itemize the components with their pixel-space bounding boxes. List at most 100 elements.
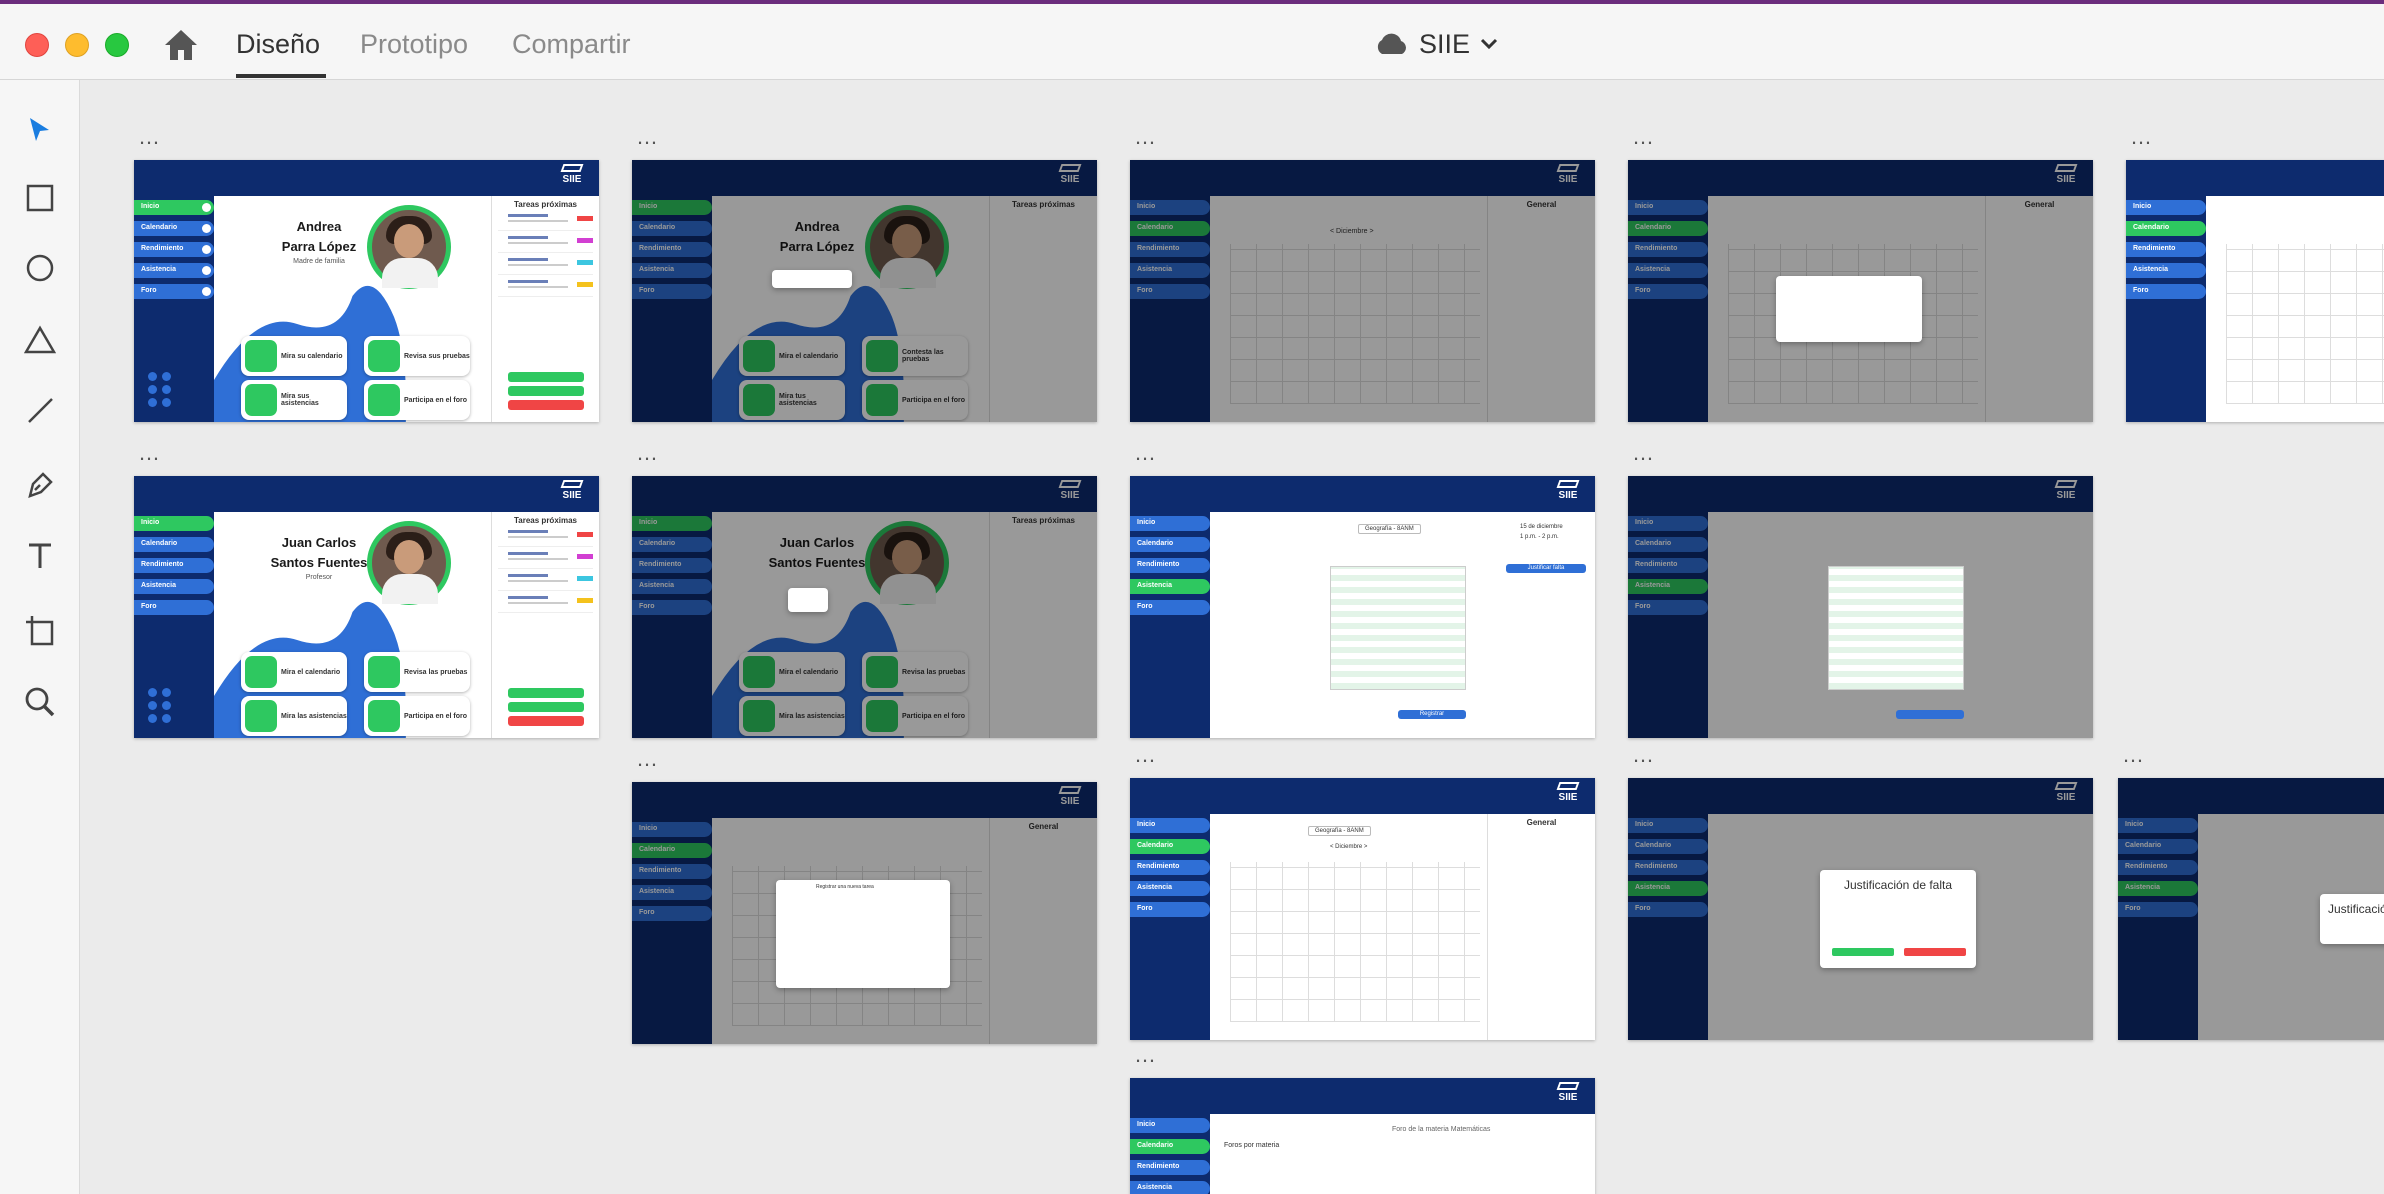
nav-item-calendario[interactable]: Calendario xyxy=(1130,839,1210,854)
nav-item-inicio[interactable]: Inicio xyxy=(1130,516,1210,531)
nav-item-inicio[interactable]: Inicio xyxy=(134,200,214,215)
nav-item-asistencia[interactable]: Asistencia xyxy=(1130,881,1210,896)
nav-item-foro[interactable]: Foro xyxy=(2126,284,2206,299)
artboard-menu[interactable]: … xyxy=(2130,126,2153,148)
card-attendance[interactable]: Mira sus asistencias xyxy=(241,380,347,420)
artboard-menu[interactable]: … xyxy=(1632,442,1655,464)
task-item[interactable] xyxy=(498,551,593,569)
rectangle-icon[interactable] xyxy=(20,178,60,218)
tab-prototype[interactable]: Prototipo xyxy=(360,26,468,62)
artboard-attendance-dim[interactable]: SIIE Inicio Calendario Rendimiento Asist… xyxy=(1628,476,2093,738)
task-item[interactable] xyxy=(498,529,593,547)
justification-modal[interactable]: Justificación de falta xyxy=(1820,870,1976,968)
nav-item-calendario[interactable]: Calendario xyxy=(134,221,214,236)
nav-item-asistencia[interactable]: Asistencia xyxy=(134,263,214,278)
nav-item-foro[interactable]: Foro xyxy=(134,600,214,615)
pen-icon[interactable] xyxy=(20,465,60,505)
green-button[interactable] xyxy=(508,386,584,396)
artboard-menu[interactable]: … xyxy=(636,442,659,464)
nav-item-foro[interactable]: Foro xyxy=(1130,902,1210,917)
nav-item-asistencia[interactable]: Asistencia xyxy=(1130,1181,1210,1194)
nav-item-foro[interactable]: Foro xyxy=(134,284,214,299)
design-canvas[interactable]: … SIIE Inicio Calendario Rendimiento Asi… xyxy=(80,80,2384,1194)
nav-item-calendario[interactable]: Calendario xyxy=(1130,1139,1210,1154)
card-tests[interactable]: Revisa sus pruebas xyxy=(364,336,470,376)
artboard-menu[interactable]: … xyxy=(1134,126,1157,148)
task-item[interactable] xyxy=(498,279,593,297)
nav-item-rendimiento[interactable]: Rendimiento xyxy=(1130,1160,1210,1175)
artboard-home-teacher[interactable]: SIIE Inicio Calendario Rendimiento Asist… xyxy=(134,476,599,738)
cancel-button[interactable] xyxy=(1904,948,1966,956)
nav-item-asistencia[interactable]: Asistencia xyxy=(1130,579,1210,594)
attendance-table[interactable] xyxy=(1828,566,1964,690)
subject-select[interactable]: Geografía - 8ANM xyxy=(1308,826,1371,836)
tab-design[interactable]: Diseño xyxy=(236,26,320,62)
card-calendar[interactable]: Mira el calendario xyxy=(241,652,347,692)
line-icon[interactable] xyxy=(20,390,60,430)
dropdown-menu[interactable] xyxy=(772,270,852,288)
artboard-calendar-partial[interactable]: Inicio Calendario Rendimiento Asistencia… xyxy=(2126,160,2384,422)
artboard-menu[interactable]: … xyxy=(138,126,161,148)
home-icon[interactable] xyxy=(163,28,199,62)
task-item[interactable] xyxy=(498,213,593,231)
task-item[interactable] xyxy=(498,235,593,253)
nav-item-asistencia[interactable]: Asistencia xyxy=(134,579,214,594)
card-forum[interactable]: Participa en el foro xyxy=(364,380,470,420)
subject-select[interactable]: Geografía - 8ANM xyxy=(1358,524,1421,534)
nav-item-calendario[interactable]: Calendario xyxy=(1130,537,1210,552)
document-switcher[interactable]: SIIE xyxy=(1373,26,1498,62)
nav-item-rendimiento[interactable]: Rendimiento xyxy=(134,558,214,573)
minimize-window-button[interactable] xyxy=(65,33,89,57)
artboard-menu[interactable]: … xyxy=(636,126,659,148)
logout-button[interactable] xyxy=(508,716,584,726)
nav-item-rendimiento[interactable]: Rendimiento xyxy=(134,242,214,257)
artboard-menu[interactable]: … xyxy=(636,748,659,770)
close-window-button[interactable] xyxy=(25,33,49,57)
register-button[interactable] xyxy=(1896,710,1964,719)
nav-item-calendario[interactable]: Calendario xyxy=(134,537,214,552)
artboard-menu[interactable]: … xyxy=(1632,744,1655,766)
nav-item-rendimiento[interactable]: Rendimiento xyxy=(2126,242,2206,257)
artboard-calendar[interactable]: SIIE Inicio Calendario Rendimiento Asist… xyxy=(1130,160,1595,422)
artboard-calendar-event[interactable]: SIIE Inicio Calendario Rendimiento Asist… xyxy=(1628,160,2093,422)
artboard-home-teacher-dropdown[interactable]: SIIE Inicio Calendario Rendimiento Asist… xyxy=(632,476,1097,738)
artboard-menu[interactable]: … xyxy=(1134,1044,1157,1066)
card-calendar[interactable]: Mira su calendario xyxy=(241,336,347,376)
accept-button[interactable] xyxy=(1832,948,1894,956)
register-button[interactable]: Registrar xyxy=(1398,710,1466,719)
green-button[interactable] xyxy=(508,372,584,382)
artboard-attendance[interactable]: SIIE Inicio Calendario Rendimiento Asist… xyxy=(1130,476,1595,738)
ellipse-icon[interactable] xyxy=(20,248,60,288)
text-icon[interactable] xyxy=(20,536,60,576)
attendance-table[interactable] xyxy=(1330,566,1466,690)
artboard-icon[interactable] xyxy=(20,610,60,650)
nav-item-rendimiento[interactable]: Rendimiento xyxy=(1130,558,1210,573)
artboard-home-parent[interactable]: SIIE Inicio Calendario Rendimiento Asist… xyxy=(134,160,599,422)
nav-item-inicio[interactable]: Inicio xyxy=(1130,1118,1210,1133)
nav-item-rendimiento[interactable]: Rendimiento xyxy=(1130,860,1210,875)
calendar-grid[interactable] xyxy=(1230,862,1480,1022)
nav-item-calendario[interactable]: Calendario xyxy=(2126,221,2206,236)
card-tests[interactable]: Revisa las pruebas xyxy=(364,652,470,692)
artboard-menu[interactable]: … xyxy=(2122,744,2145,766)
task-item[interactable] xyxy=(498,595,593,613)
artboard-new-task[interactable]: SIIE Inicio Calendario Rendimiento Asist… xyxy=(632,782,1097,1044)
justify-absence-button[interactable]: Justificar falta xyxy=(1506,564,1586,573)
artboard-menu[interactable]: … xyxy=(1632,126,1655,148)
tab-share[interactable]: Compartir xyxy=(512,26,631,62)
new-task-modal[interactable]: Registrar una nueva tarea xyxy=(776,880,950,988)
nav-item-inicio[interactable]: Inicio xyxy=(1130,818,1210,833)
artboard-menu[interactable]: … xyxy=(138,442,161,464)
zoom-icon[interactable] xyxy=(20,682,60,722)
artboard-justification[interactable]: SIIE Inicio Calendario Rendimiento Asist… xyxy=(1628,778,2093,1040)
logout-button[interactable] xyxy=(508,400,584,410)
task-item[interactable] xyxy=(498,573,593,591)
card-attendance[interactable]: Mira las asistencias xyxy=(241,696,347,736)
justification-modal[interactable]: Justificació xyxy=(2320,894,2384,944)
artboard-home-parent-dropdown[interactable]: SIIE Inicio Calendario Rendimiento Asist… xyxy=(632,160,1097,422)
card-forum[interactable]: Participa en el foro xyxy=(364,696,470,736)
nav-item-foro[interactable]: Foro xyxy=(1130,600,1210,615)
task-item[interactable] xyxy=(498,257,593,275)
green-button[interactable] xyxy=(508,702,584,712)
artboard-forum[interactable]: SIIE Inicio Calendario Rendimiento Asist… xyxy=(1130,1078,1595,1194)
